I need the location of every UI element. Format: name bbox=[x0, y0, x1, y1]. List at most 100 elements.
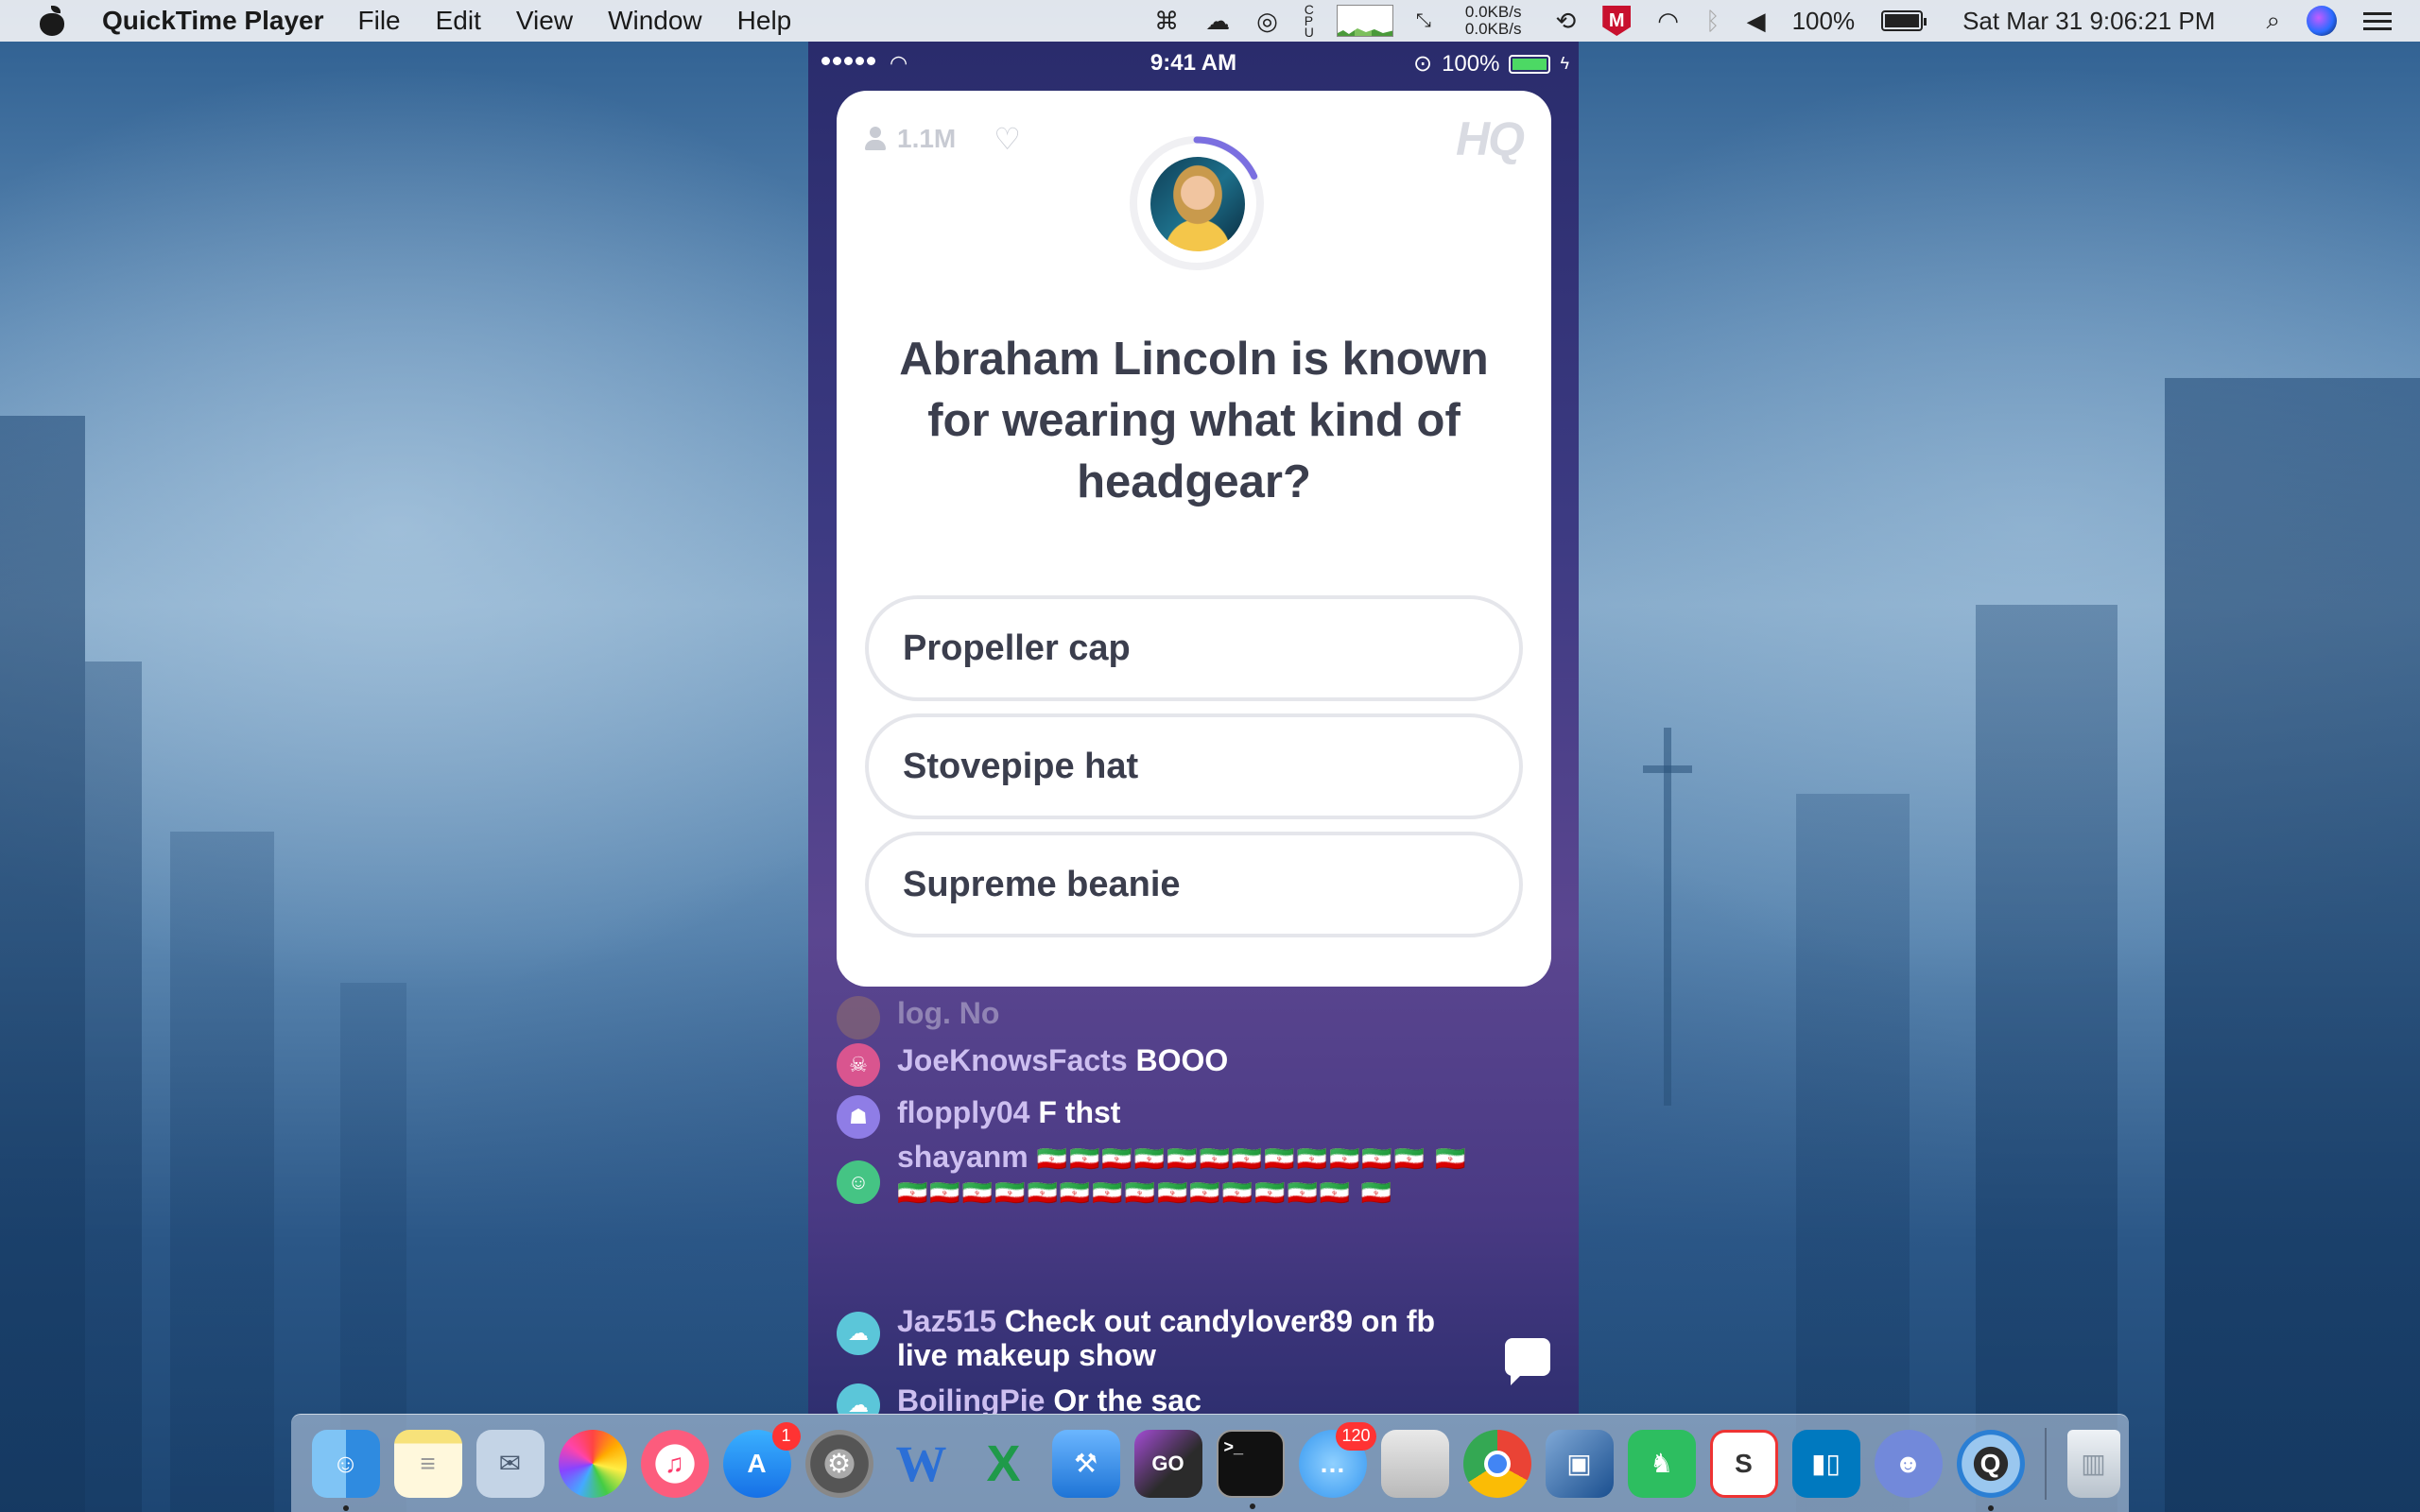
siri-icon[interactable] bbox=[2307, 6, 2337, 36]
network-upload-speed: 0.0KB/s bbox=[1464, 3, 1522, 21]
chat-text: BOOO bbox=[1135, 1043, 1229, 1077]
chat-bubble-icon[interactable] bbox=[1505, 1338, 1550, 1376]
screenshot-preview-icon[interactable] bbox=[1380, 1429, 1449, 1498]
menu-bar-tray: ⌘ ☁ ◎ CPU ⤡ 0.0KB/s 0.0KB/s ⟲ M ◠ ᛒ ◀ 10… bbox=[1141, 0, 2420, 42]
rotation-lock-icon: ⊙ bbox=[1412, 51, 1433, 77]
robot-avatar-icon: ☺ bbox=[837, 1160, 880, 1204]
menu-edit[interactable]: Edit bbox=[436, 6, 481, 36]
app-store-badge: 1 bbox=[771, 1421, 801, 1451]
chat-text: log. No bbox=[897, 996, 1000, 1030]
trash-icon[interactable]: ▥ bbox=[2066, 1429, 2120, 1498]
answer-label: Propeller cap bbox=[903, 627, 1131, 668]
mcafee-icon[interactable]: M bbox=[1602, 6, 1632, 36]
hq-logo: HQ bbox=[1456, 112, 1525, 165]
word-icon[interactable]: W bbox=[888, 1430, 956, 1498]
ios-battery-percentage: 100% bbox=[1442, 50, 1500, 77]
battery-icon[interactable] bbox=[1881, 10, 1927, 31]
app-store-icon[interactable]: A1 bbox=[722, 1421, 801, 1498]
bluetooth-icon[interactable]: ᛒ bbox=[1705, 7, 1720, 36]
dock-separator bbox=[2045, 1427, 2047, 1500]
network-download-speed: 0.0KB/s bbox=[1464, 20, 1522, 38]
apple-menu-icon[interactable] bbox=[38, 6, 66, 36]
virtualbox-icon[interactable]: ▣ bbox=[1545, 1429, 1614, 1498]
chat-avatar-icon bbox=[837, 996, 880, 1040]
answer-option-2[interactable]: Stovepipe hat bbox=[865, 713, 1523, 819]
ghost-avatar-icon: ☗ bbox=[837, 1095, 880, 1139]
answer-label: Stovepipe hat bbox=[903, 746, 1139, 786]
background-building bbox=[1976, 605, 2118, 1512]
menu-window[interactable]: Window bbox=[608, 6, 702, 36]
excel-icon[interactable]: X bbox=[970, 1430, 1038, 1498]
trello-icon[interactable]: ▮▯ bbox=[1791, 1429, 1860, 1498]
menu-bar: QuickTime Player File Edit View Window H… bbox=[0, 0, 2420, 42]
background-building bbox=[0, 416, 85, 1512]
chat-username: JoeKnowsFacts bbox=[897, 1043, 1128, 1077]
chat-text: Or the sac bbox=[1053, 1383, 1201, 1414]
xcode-icon[interactable]: ⚒ bbox=[1051, 1429, 1120, 1498]
cloud-avatar-icon: ☁ bbox=[837, 1383, 880, 1414]
chat-username: Jaz515 bbox=[897, 1304, 996, 1338]
spotlight-search-icon[interactable]: ⌕ bbox=[2266, 6, 2280, 36]
question-text: Abraham Lincoln is known for wearing wha… bbox=[899, 334, 1489, 507]
chrome-icon[interactable] bbox=[1462, 1429, 1531, 1498]
menu-view[interactable]: View bbox=[516, 6, 573, 36]
mail-icon[interactable]: ✉ bbox=[475, 1429, 544, 1498]
chat-message: ☠ JoeKnowsFacts BOOO bbox=[837, 1043, 1502, 1087]
background-spire bbox=[1664, 728, 1671, 1106]
ios-status-bar: ◠ 9:41 AM ⊙ 100% ϟ bbox=[808, 42, 1579, 83]
cpu-label-icon[interactable]: CPU bbox=[1305, 3, 1314, 39]
viewer-count-value: 1.1M bbox=[897, 124, 957, 153]
wifi-icon[interactable]: ◠ bbox=[1657, 7, 1679, 36]
skull-avatar-icon: ☠ bbox=[837, 1043, 880, 1087]
chat-message: ☁ Jaz515 Check out candylover89 on fb li… bbox=[837, 1304, 1483, 1372]
clock[interactable]: Sat Mar 31 9:06:21 PM bbox=[1962, 7, 2215, 36]
answer-option-1[interactable]: Propeller cap bbox=[865, 595, 1523, 701]
discord-icon[interactable]: ☻ bbox=[1874, 1429, 1943, 1498]
sublime-icon[interactable]: S bbox=[1709, 1429, 1778, 1498]
command-key-icon[interactable]: ⌘ bbox=[1154, 7, 1179, 36]
viewers-icon bbox=[865, 127, 886, 151]
system-preferences-icon[interactable]: ⚙ bbox=[804, 1429, 873, 1498]
time-machine-icon[interactable]: ⟲ bbox=[1555, 7, 1576, 36]
dock: ☺ ≡ ✉ ♫ A1 ⚙ W X ⚒ GO >_ … 120 ▣ ♞ S ▮▯ ☻… bbox=[291, 1414, 2129, 1512]
notification-center-icon[interactable] bbox=[2363, 11, 2392, 30]
background-spire bbox=[1643, 765, 1692, 773]
creative-cloud-icon[interactable]: ◎ bbox=[1256, 7, 1278, 36]
background-building bbox=[1796, 794, 1910, 1512]
terminal-icon[interactable]: >_ bbox=[1216, 1429, 1285, 1509]
battery-percentage[interactable]: 100% bbox=[1792, 7, 1856, 36]
quicktime-icon[interactable]: Q bbox=[1956, 1429, 2025, 1511]
network-arrows-icon[interactable]: ⤡ bbox=[1416, 10, 1431, 32]
menu-file[interactable]: File bbox=[358, 6, 401, 36]
countdown-timer bbox=[1130, 136, 1264, 270]
app-name-menu[interactable]: QuickTime Player bbox=[102, 6, 324, 36]
itunes-icon[interactable]: ♫ bbox=[640, 1429, 709, 1498]
finder-icon[interactable]: ☺ bbox=[311, 1429, 380, 1511]
chat-message: ☗ flopply04 F thst bbox=[837, 1095, 1502, 1139]
network-speed[interactable]: 0.0KB/s 0.0KB/s bbox=[1465, 4, 1522, 38]
chat-username: flopply04 bbox=[897, 1095, 1030, 1129]
charging-bolt-icon: ϟ bbox=[1560, 54, 1569, 73]
heart-icon[interactable]: ♡ bbox=[994, 121, 1021, 157]
messages-icon[interactable]: … 120 bbox=[1298, 1421, 1376, 1498]
answer-label: Supreme beanie bbox=[903, 864, 1181, 904]
ios-battery-icon bbox=[1509, 54, 1551, 74]
messages-badge: 120 bbox=[1336, 1421, 1376, 1451]
chat-message: ☁ BoilingPie Or the sac bbox=[837, 1383, 1502, 1414]
answer-option-3[interactable]: Supreme beanie bbox=[865, 832, 1523, 937]
quicktime-phone-window: ◠ 9:41 AM ⊙ 100% ϟ 1.1M ♡ HQ Abraham Lin… bbox=[808, 42, 1579, 1414]
evernote-icon[interactable]: ♞ bbox=[1627, 1429, 1696, 1498]
chat-text: F thst bbox=[1038, 1095, 1121, 1129]
background-building bbox=[85, 662, 142, 1512]
question-card: 1.1M ♡ HQ Abraham Lincoln is known for w… bbox=[837, 91, 1551, 987]
goland-icon[interactable]: GO bbox=[1133, 1429, 1202, 1498]
cloud-upload-icon[interactable]: ☁ bbox=[1205, 7, 1230, 36]
menu-help[interactable]: Help bbox=[737, 6, 792, 36]
notes-icon[interactable]: ≡ bbox=[393, 1429, 462, 1498]
cpu-graph[interactable] bbox=[1336, 5, 1393, 37]
background-building bbox=[170, 832, 274, 1512]
photos-icon[interactable] bbox=[558, 1429, 627, 1498]
chat-username: shayanm bbox=[897, 1140, 1028, 1174]
host-video-avatar bbox=[1150, 157, 1245, 251]
volume-icon[interactable]: ◀ bbox=[1747, 7, 1766, 36]
